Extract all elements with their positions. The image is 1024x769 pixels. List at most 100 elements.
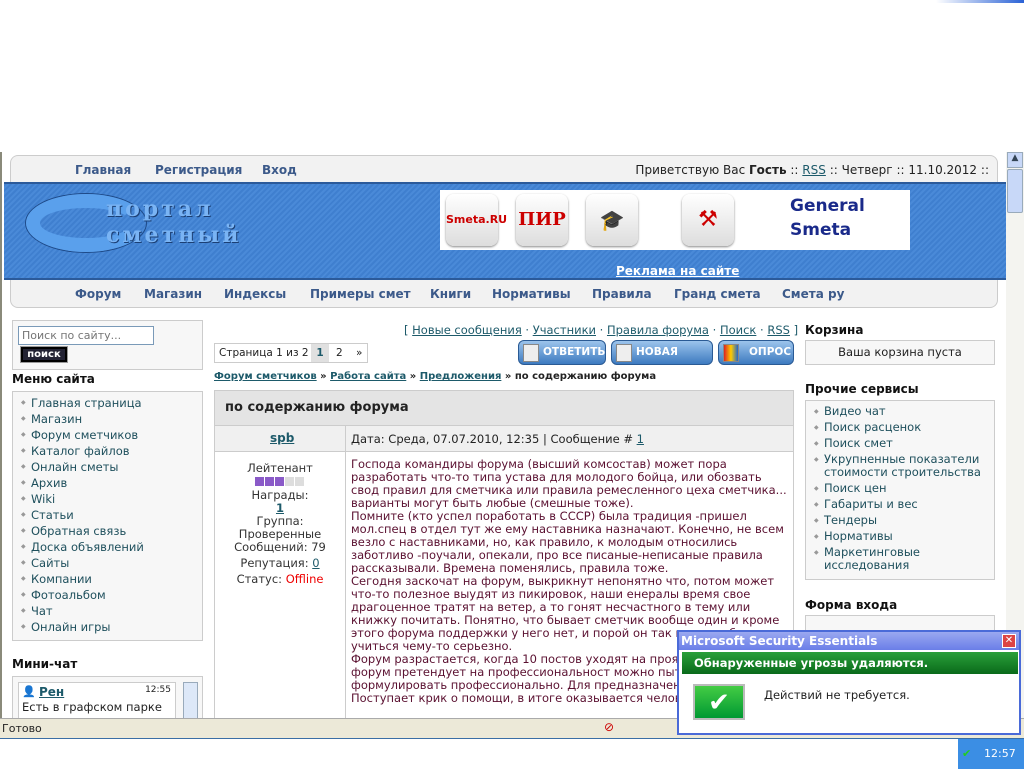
minichat-box: 👤 Рен 12:55 Есть в графском парке — [12, 676, 203, 718]
chat-user[interactable]: Рен — [39, 685, 64, 699]
link-rss[interactable]: RSS — [767, 323, 790, 337]
rank-pip — [255, 477, 264, 486]
site-logo[interactable]: портал сметный — [26, 194, 276, 254]
ad-pir[interactable]: ПИР — [516, 194, 568, 246]
new-topic-button[interactable]: НОВАЯ ТЕМА — [611, 340, 713, 381]
rep-link[interactable]: 0 — [312, 556, 319, 570]
site-menu-item[interactable]: Фотоальбом — [21, 587, 202, 603]
service-item[interactable]: Поиск цен — [814, 482, 984, 496]
menu-indexes[interactable]: Индексы — [224, 287, 286, 301]
privacy-icon[interactable]: ⊘ — [604, 720, 614, 734]
link-search[interactable]: Поиск — [720, 323, 756, 337]
menu-forum[interactable]: Форум — [75, 287, 121, 301]
topic-title: по содержанию форума — [225, 400, 409, 415]
site-menu-title: Меню сайта — [12, 372, 95, 386]
menu-examples[interactable]: Примеры смет — [310, 287, 411, 301]
mse-title: Microsoft Security Essentials — [679, 632, 1019, 650]
crumb-forum[interactable]: Форум сметчиков — [214, 371, 317, 382]
minichat-title: Мини-чат — [12, 657, 78, 671]
post-number[interactable]: 1 — [637, 432, 644, 446]
site-menu-item[interactable]: Статьи — [21, 507, 202, 523]
ad-general-smeta[interactable]: General Smeta — [790, 194, 890, 246]
link-rules[interactable]: Правила форума — [607, 323, 709, 337]
menu-shop[interactable]: Магазин — [144, 287, 202, 301]
mse-tray-icon[interactable]: ✔ — [962, 739, 971, 769]
status-value: Offline — [285, 572, 324, 586]
ad-smeta-ru[interactable]: Smeta.RU — [446, 194, 507, 246]
chat-scrollbar[interactable] — [183, 682, 198, 718]
pagination: Страница 1 из 2 1 2 » — [214, 343, 368, 363]
cart-title: Корзина — [805, 323, 864, 337]
page-label: Страница 1 из 2 — [219, 347, 309, 359]
menu-books[interactable]: Книги — [430, 287, 471, 301]
site-menu-item[interactable]: Главная страница — [21, 395, 202, 411]
breadcrumb: Форум сметчиков » Работа сайта » Предлож… — [214, 371, 656, 382]
sep: :: — [829, 163, 838, 177]
site-menu-item[interactable]: Компании — [21, 571, 202, 587]
awards-link[interactable]: 1 — [276, 501, 284, 515]
service-item[interactable]: Габариты и вес — [814, 498, 984, 512]
service-item[interactable]: Поиск смет — [814, 437, 984, 451]
site-menu-item[interactable]: Wiki — [21, 491, 202, 507]
graduation-cap-icon[interactable]: 🎓 — [586, 194, 638, 246]
service-item[interactable]: Тендеры — [814, 514, 984, 528]
site-menu-item[interactable]: Сайты — [21, 555, 202, 571]
site-menu-item[interactable]: Доска объявлений — [21, 539, 202, 555]
poll-icon — [723, 344, 739, 362]
site-menu-item[interactable]: Форум сметчиков — [21, 427, 202, 443]
crumb-sep: » — [504, 371, 512, 382]
search-input[interactable] — [18, 326, 154, 345]
top-nav: Главная Регистрация Вход Приветствую Вас… — [10, 155, 998, 183]
site-menu-item[interactable]: Магазин — [21, 411, 202, 427]
service-item[interactable]: Нормативы — [814, 530, 984, 544]
nav-home[interactable]: Главная — [75, 163, 131, 177]
site-menu-item[interactable]: Обратная связь — [21, 523, 202, 539]
nav-login[interactable]: Вход — [262, 163, 297, 177]
mse-message: Действий не требуется. — [764, 688, 910, 702]
link-new[interactable]: Новые сообщения — [412, 323, 522, 337]
crumb-proposals[interactable]: Предложения — [420, 371, 502, 382]
site-menu: Главная страницаМагазинФорум сметчиковКа… — [12, 391, 203, 641]
search-button[interactable]: поиск — [20, 346, 68, 363]
scroll-thumb[interactable] — [1007, 169, 1023, 213]
page-2[interactable]: 2 — [336, 347, 343, 359]
crumb-site[interactable]: Работа сайта — [330, 371, 406, 382]
ad-link[interactable]: Реклама на сайте — [616, 264, 739, 278]
scroll-up-icon[interactable]: ▲ — [1007, 152, 1023, 168]
close-icon[interactable]: ✕ — [1002, 634, 1016, 648]
rank-pip — [295, 477, 304, 486]
tools-icon[interactable]: ⚒ — [682, 194, 734, 246]
service-item[interactable]: Поиск расценок — [814, 421, 984, 435]
rss-link[interactable]: RSS — [802, 163, 826, 177]
site-menu-item[interactable]: Онлайн игры — [21, 619, 202, 635]
post-paragraph: Помните (кто успел поработать в СССР) бы… — [351, 509, 784, 575]
nav-register[interactable]: Регистрация — [155, 163, 242, 177]
site-menu-item[interactable]: Чат — [21, 603, 202, 619]
main-menu: Форум Магазин Индексы Примеры смет Книги… — [10, 280, 998, 308]
reply-button[interactable]: ОТВЕТИТЬ — [518, 340, 606, 365]
menu-grand[interactable]: Гранд смета — [674, 287, 761, 301]
site-menu-item[interactable]: Архив — [21, 475, 202, 491]
menu-rules[interactable]: Правила — [592, 287, 652, 301]
service-item[interactable]: Видео чат — [814, 405, 984, 419]
menu-smeta-ru[interactable]: Смета ру — [782, 287, 844, 301]
chat-message: 👤 Рен 12:55 Есть в графском парке — [18, 682, 176, 718]
user-name: Гость — [749, 163, 787, 177]
link-members[interactable]: Участники — [533, 323, 596, 337]
poll-button[interactable]: ОПРОС — [718, 340, 794, 365]
service-item[interactable]: Маркетинговые исследования — [814, 546, 984, 572]
sep: :: — [896, 163, 905, 177]
service-item[interactable]: Укрупненные показатели стоимости строите… — [814, 453, 984, 479]
site-menu-item[interactable]: Онлайн сметы — [21, 459, 202, 475]
services-list: Видео чат Поиск расценок Поиск смет Укрупне… — [805, 400, 995, 580]
forum-top-links: [ Новые сообщения · Участники · Правила … — [404, 323, 799, 337]
message-count: Сообщений: 79 — [234, 540, 326, 554]
post-author[interactable]: spb — [270, 431, 294, 445]
monitor-check-icon: ✔ — [693, 684, 745, 720]
logo-line1: портал — [106, 196, 214, 222]
rank-pip — [285, 477, 294, 486]
site-menu-item[interactable]: Каталог файлов — [21, 443, 202, 459]
menu-norms[interactable]: Нормативы — [492, 287, 571, 301]
page-next[interactable]: » — [356, 347, 362, 359]
page-1[interactable]: 1 — [311, 344, 329, 362]
